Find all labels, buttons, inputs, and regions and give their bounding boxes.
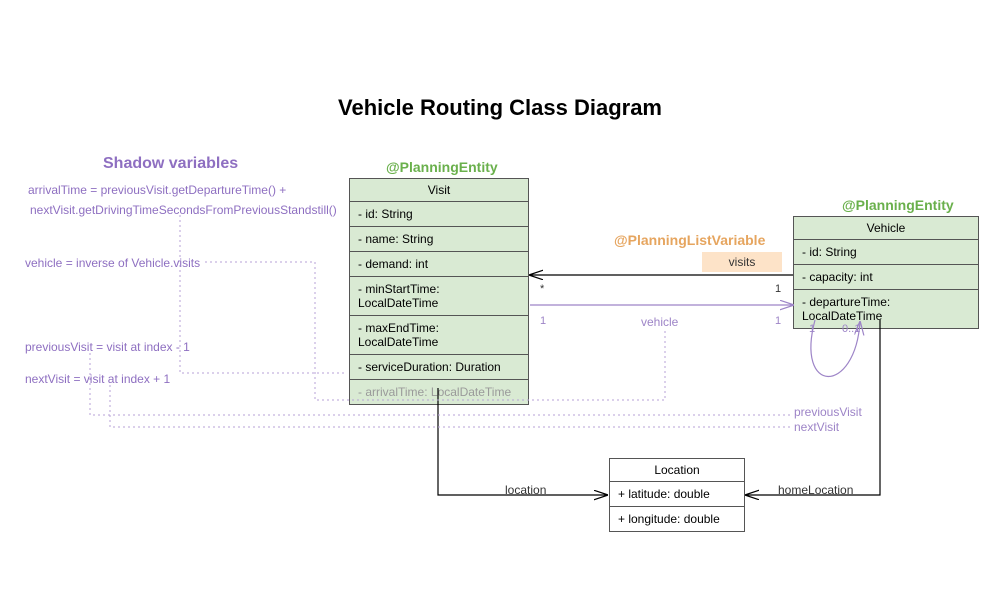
planning-entity-annotation-vehicle: @PlanningEntity — [842, 197, 954, 213]
planning-entity-annotation-visit: @PlanningEntity — [386, 159, 498, 175]
prev-mult-right: 0..1 — [842, 323, 860, 335]
class-visit-attr-1: - name: String — [350, 227, 528, 252]
previous-visit-label: previousVisit — [794, 405, 862, 419]
class-vehicle-attr-0: - id: String — [794, 240, 978, 265]
visits-mult-right: 1 — [775, 283, 781, 295]
vehicle-shadow-label: vehicle — [641, 315, 678, 329]
class-visit: Visit - id: String - name: String - dema… — [349, 178, 529, 405]
location-label: location — [505, 483, 546, 497]
visits-list-box: visits — [702, 252, 782, 272]
class-vehicle-name: Vehicle — [794, 217, 978, 240]
class-visit-attr-3: - minStartTime: LocalDateTime — [350, 277, 528, 316]
class-location-attr-1: + longitude: double — [610, 507, 744, 531]
next-visit-label: nextVisit — [794, 420, 839, 434]
visits-mult-left: * — [540, 283, 544, 295]
shadow-note-1: arrivalTime = previousVisit.getDeparture… — [28, 183, 286, 197]
shadow-note-2: nextVisit.getDrivingTimeSecondsFromPrevi… — [30, 203, 337, 217]
prev-mult-left: 1 — [809, 323, 815, 335]
class-vehicle-attr-1: - capacity: int — [794, 265, 978, 290]
class-visit-attr-6: - arrivalTime: LocalDateTime — [350, 380, 528, 404]
class-visit-attr-2: - demand: int — [350, 252, 528, 277]
class-vehicle: Vehicle - id: String - capacity: int - d… — [793, 216, 979, 329]
class-visit-attr-5: - serviceDuration: Duration — [350, 355, 528, 380]
class-visit-attr-0: - id: String — [350, 202, 528, 227]
class-location-attr-0: + latitude: double — [610, 482, 744, 507]
shadow-note-3: vehicle = inverse of Vehicle.visits — [25, 256, 200, 270]
diagram-title: Vehicle Routing Class Diagram — [0, 95, 1000, 121]
class-vehicle-attr-2: - departureTime: LocalDateTime — [794, 290, 978, 328]
vehicle-mult-right: 1 — [775, 315, 781, 327]
class-visit-name: Visit — [350, 179, 528, 202]
vehicle-mult-left: 1 — [540, 315, 546, 327]
home-location-label: homeLocation — [778, 483, 853, 497]
shadow-heading: Shadow variables — [103, 155, 238, 173]
shadow-note-4: previousVisit = visit at index - 1 — [25, 340, 190, 354]
class-location-name: Location — [610, 459, 744, 482]
class-location: Location + latitude: double + longitude:… — [609, 458, 745, 532]
shadow-note-5: nextVisit = visit at index + 1 — [25, 372, 170, 386]
planning-list-variable-annotation: @PlanningListVariable — [614, 232, 765, 248]
class-visit-attr-4: - maxEndTime: LocalDateTime — [350, 316, 528, 355]
